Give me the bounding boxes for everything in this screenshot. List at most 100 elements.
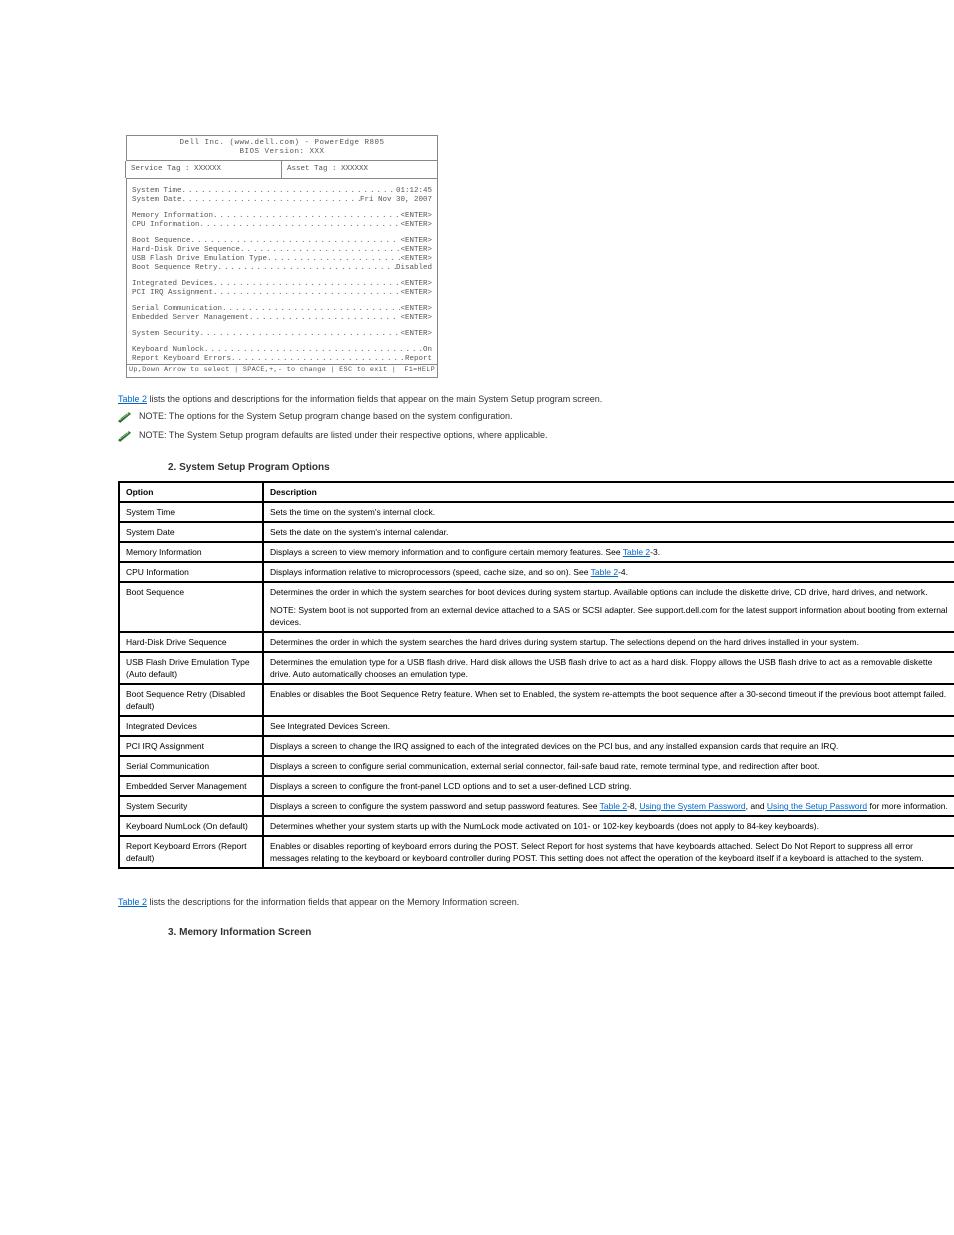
table-row: Hard-Disk Drive SequenceDetermines the o… <box>119 632 954 652</box>
bios-line-label: Keyboard Numlock <box>132 346 204 355</box>
bios-line: Integrated Devices .....................… <box>132 280 432 289</box>
bios-line: USB Flash Drive Emulation Type..........… <box>132 255 432 264</box>
bios-footer-right: F1=HELP <box>404 366 435 375</box>
table-row: Keyboard NumLock (On default)Determines … <box>119 816 954 836</box>
link-table2-a[interactable]: Table 2 <box>118 394 147 404</box>
options-table: Option Description System TimeSets the t… <box>118 481 954 869</box>
bios-line-label: Integrated Devices <box>132 280 213 289</box>
note1-text: NOTE: The options for the System Setup p… <box>139 410 513 422</box>
cell-option: System Time <box>119 502 263 522</box>
table-row: USB Flash Drive Emulation Type (Auto def… <box>119 652 954 684</box>
bios-line-value: <ENTER> <box>400 314 432 323</box>
bios-line-value: On <box>423 346 432 355</box>
desc-text: -8, <box>627 801 639 811</box>
bios-line: Boot Sequence ..........................… <box>132 237 432 246</box>
bios-line-label: System Security <box>132 330 200 339</box>
desc-link[interactable]: Using the System Password <box>639 801 745 811</box>
table-row: System Security Displays a screen to conf… <box>119 796 954 816</box>
desc-link[interactable]: Table 2 <box>600 801 627 811</box>
bios-line: System Security ........................… <box>132 330 432 339</box>
bios-line-value: Fri Nov 30, 2007 <box>360 196 432 205</box>
bios-line-label: PCI IRQ Assignment <box>132 289 213 298</box>
bios-line-dots: ........................................… <box>200 221 401 230</box>
bios-footer-left: Up,Down Arrow to select | SPACE,+,- to c… <box>129 366 396 375</box>
bios-line-dots: ........................................… <box>213 289 400 298</box>
table-row: System DateSets the date on the system's… <box>119 522 954 542</box>
th-description: Description <box>263 482 954 502</box>
bios-line-dots: ........................................… <box>231 355 405 364</box>
bios-line-dots: ........................................… <box>200 330 401 339</box>
bios-line-label: Boot Sequence Retry <box>132 264 218 273</box>
bios-line-label: Report Keyboard Errors <box>132 355 231 364</box>
bios-line: System Date ............................… <box>132 196 432 205</box>
desc-text: -3. <box>650 547 660 557</box>
bios-line-value: <ENTER> <box>400 221 432 230</box>
bios-line-label: USB Flash Drive Emulation Type <box>132 255 267 264</box>
bios-line-dots: ........................................… <box>191 237 401 246</box>
cell-option: Integrated Devices <box>119 716 263 736</box>
desc-text: -4. <box>618 567 628 577</box>
bios-group: System Time ............................… <box>132 187 432 205</box>
table-row: Embedded Server ManagementDisplays a scr… <box>119 776 954 796</box>
cell-description: Displays information relative to micropr… <box>263 562 954 582</box>
table-row: Serial CommunicationDisplays a screen to… <box>119 756 954 776</box>
bios-line-value: <ENTER> <box>400 255 432 264</box>
bios-line-dots: ........................................… <box>213 280 400 289</box>
table2-caption: 2. System Setup Program Options <box>168 462 878 473</box>
cell-option: CPU Information <box>119 562 263 582</box>
note-icon <box>118 412 131 423</box>
bios-line-value: <ENTER> <box>400 280 432 289</box>
table-row: Integrated DevicesSee Integrated Devices… <box>119 716 954 736</box>
desc-text: , and <box>746 801 767 811</box>
memory-lead-para: Table 2 lists the descriptions for the i… <box>118 897 878 907</box>
bios-group: Integrated Devices .....................… <box>132 280 432 298</box>
cell-description: Determines the emulation type for a USB … <box>263 652 954 684</box>
bios-line-label: Serial Communication <box>132 305 222 314</box>
memory-caption: 3. Memory Information Screen <box>168 927 878 938</box>
bios-line-value: <ENTER> <box>400 305 432 314</box>
cell-option: USB Flash Drive Emulation Type (Auto def… <box>119 652 263 684</box>
bios-line-value: 01:12:45 <box>396 187 432 196</box>
table-row: CPU Information Displays information rela… <box>119 562 954 582</box>
bios-line-dots: ........................................… <box>204 346 423 355</box>
bios-group: Memory Information .....................… <box>132 212 432 230</box>
cell-option: Memory Information <box>119 542 263 562</box>
bios-line: CPU Information ........................… <box>132 221 432 230</box>
table-row: PCI IRQ AssignmentDisplays a screen to c… <box>119 736 954 756</box>
bios-title: Dell Inc. (www.dell.com) - PowerEdge R80… <box>126 135 438 161</box>
cell-option: System Security <box>119 796 263 816</box>
note-icon <box>118 431 131 442</box>
bios-group: Keyboard Numlock .......................… <box>132 346 432 364</box>
desc-text: Displays a screen to configure the syste… <box>270 801 600 811</box>
bios-line-value: <ENTER> <box>400 237 432 246</box>
bios-line-dots: ........................................… <box>222 305 400 314</box>
desc-link[interactable]: Using the Setup Password <box>767 801 867 811</box>
memory-lead-text: lists the descriptions for the informati… <box>147 897 519 907</box>
bios-line-label: Embedded Server Management <box>132 314 249 323</box>
bios-line-dots: ........................................… <box>249 314 400 323</box>
bios-line-dots: ........................................… <box>182 196 360 205</box>
bios-line: PCI IRQ Assignment .....................… <box>132 289 432 298</box>
bios-title-line2: BIOS Version: XXX <box>127 148 437 157</box>
desc-text: Displays a screen to view memory informa… <box>270 547 623 557</box>
bios-body: System Time ............................… <box>126 179 438 365</box>
bios-line-dots: ........................................… <box>240 246 400 255</box>
desc-link[interactable]: Table 2 <box>591 567 618 577</box>
bios-line-label: Hard-Disk Drive Sequence <box>132 246 240 255</box>
bios-group: Boot Sequence ..........................… <box>132 237 432 273</box>
cell-description: Displays a screen to configure serial co… <box>263 756 954 776</box>
note2-text: NOTE: The System Setup program defaults … <box>139 429 548 441</box>
desc-text: Displays information relative to micropr… <box>270 567 591 577</box>
table-row: Memory Information Displays a screen to v… <box>119 542 954 562</box>
bios-line-dots: ........................................… <box>267 255 400 264</box>
note-row-2: NOTE: The System Setup program defaults … <box>118 429 878 442</box>
link-table2-b[interactable]: Table 2 <box>118 897 147 907</box>
desc-link[interactable]: Table 2 <box>623 547 650 557</box>
bios-line-dots: ........................................… <box>213 212 400 221</box>
bios-line-label: System Date <box>132 196 182 205</box>
cell-description: Determines whether your system starts up… <box>263 816 954 836</box>
cell-option: Serial Communication <box>119 756 263 776</box>
table-row: Boot SequenceDetermines the order in whi… <box>119 582 954 632</box>
cell-description: Enables or disables reporting of keyboar… <box>263 836 954 868</box>
table-row: Report Keyboard Errors (Report default)E… <box>119 836 954 868</box>
